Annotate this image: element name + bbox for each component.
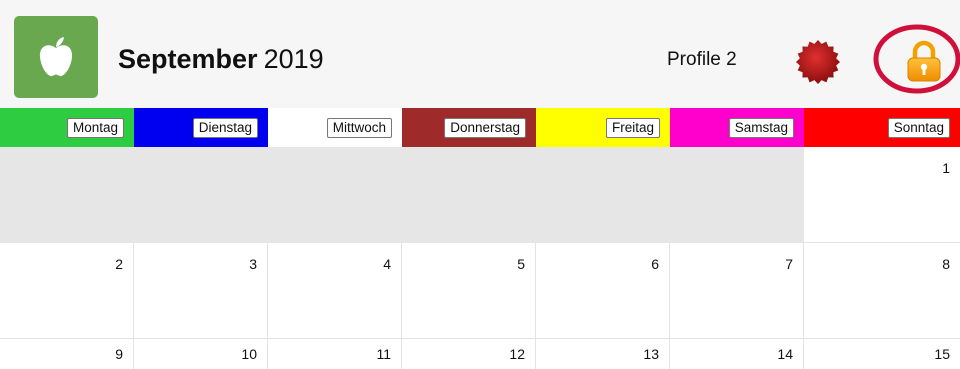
apple-icon [39,37,73,77]
day-cell[interactable]: 7 [670,243,804,339]
day-cell[interactable]: 8 [804,243,960,339]
calendar-grid: 1 2 3 4 5 6 7 8 9 10 11 12 13 14 15 [0,147,960,369]
weekday-samstag[interactable]: Samstag [670,108,804,147]
day-number: 9 [115,346,123,362]
weekday-dienstag[interactable]: Dienstag [134,108,268,147]
day-number: 14 [777,346,793,362]
weekday-label: Montag [66,118,124,138]
day-number: 7 [785,256,793,272]
day-cell[interactable]: 13 [536,339,670,369]
weekday-label: Donnerstag [444,118,526,138]
weekday-mittwoch[interactable]: Mittwoch [268,108,402,147]
weekday-label: Freitag [605,118,660,138]
day-cell-empty [670,147,804,243]
day-number: 4 [383,256,391,272]
week-row: 2 3 4 5 6 7 8 [0,243,960,339]
weekday-sonntag[interactable]: Sonntag [804,108,960,147]
year-label: 2019 [263,44,324,74]
day-number: 11 [376,346,391,362]
weekday-label: Samstag [728,118,794,138]
weekday-label: Dienstag [192,118,258,138]
day-number: 3 [249,256,257,272]
day-cell[interactable]: 10 [134,339,268,369]
day-cell[interactable]: 2 [0,243,134,339]
day-cell[interactable]: 14 [670,339,804,369]
day-cell-empty [268,147,402,243]
app-icon-button[interactable] [14,16,98,98]
day-number: 8 [942,256,950,272]
day-cell[interactable]: 4 [268,243,402,339]
day-cell[interactable]: 1 [804,147,960,243]
day-cell-empty [402,147,536,243]
calendar-header: September 2019 Profile 2 [0,0,960,108]
weekday-freitag[interactable]: Freitag [536,108,670,147]
day-number: 12 [509,346,525,362]
day-number: 13 [643,346,659,362]
week-row: 9 10 11 12 13 14 15 [0,339,960,369]
day-number: 10 [241,346,257,362]
day-number: 1 [942,160,950,176]
day-cell-empty [134,147,268,243]
weekday-montag[interactable]: Montag [0,108,134,147]
day-number: 6 [651,256,659,272]
day-cell[interactable]: 3 [134,243,268,339]
month-label: September [118,44,258,74]
padlock-icon[interactable] [905,40,943,82]
day-number: 5 [517,256,525,272]
day-cell[interactable]: 15 [804,339,960,369]
month-year-title: September 2019 [118,43,324,75]
day-cell[interactable]: 12 [402,339,536,369]
day-number: 15 [934,346,950,362]
week-row: 1 [0,147,960,243]
profile-label[interactable]: Profile 2 [667,48,737,72]
seal-badge-icon[interactable] [794,38,842,86]
weekday-header-row: Montag Dienstag Mittwoch Donnerstag Frei… [0,108,960,147]
day-cell[interactable]: 5 [402,243,536,339]
weekday-donnerstag[interactable]: Donnerstag [402,108,536,147]
day-cell-empty [0,147,134,243]
day-cell[interactable]: 6 [536,243,670,339]
day-number: 2 [115,256,123,272]
weekday-label: Sonntag [887,118,950,138]
weekday-label: Mittwoch [326,118,392,138]
day-cell[interactable]: 9 [0,339,134,369]
day-cell-empty [536,147,670,243]
day-cell[interactable]: 11 [268,339,402,369]
